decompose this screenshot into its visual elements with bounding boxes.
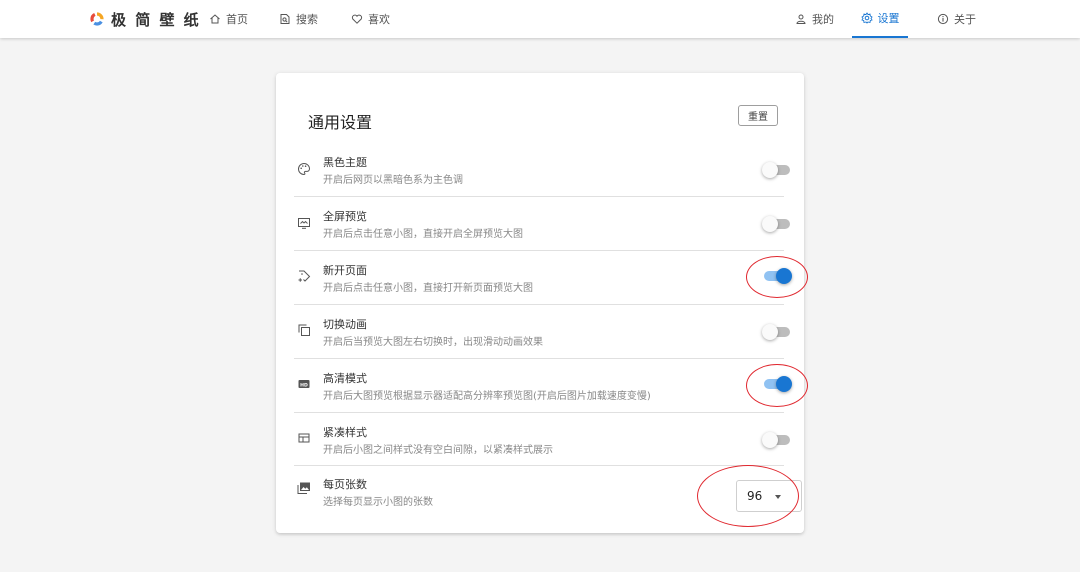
setting-row-hd-mode: HD 高清模式 开启后大图预览根据显示器适配高分辨率预览图(开启后图片加载速度变…: [294, 370, 792, 423]
setting-title: 高清模式: [323, 372, 367, 385]
fullscreen-preview-toggle[interactable]: [762, 214, 792, 234]
dark-theme-toggle[interactable]: [762, 160, 792, 180]
switch-animation-toggle[interactable]: [762, 322, 792, 342]
hd-icon: HD: [298, 380, 310, 388]
settings-card: 通用设置 重置 黑色主题 开启后网页以黑暗色系为主色调 全屏预览 开启后点击任意…: [276, 73, 804, 533]
setting-description: 开启后小图之间样式没有空白间隙，以紧凑样式展示: [323, 445, 553, 456]
brand-name: 极 简 壁 纸: [111, 10, 201, 29]
nav-about-label: 关于: [954, 13, 976, 26]
heart-icon: [351, 14, 363, 24]
highlight-circle: [746, 256, 808, 298]
settings-title: 通用设置: [308, 113, 373, 132]
setting-description: 开启后网页以黑暗色系为主色调: [323, 175, 463, 186]
nav-settings[interactable]: 设置: [852, 0, 908, 38]
image-icon: [297, 482, 310, 494]
setting-description: 开启后点击任意小图，直接打开新页面预览大图: [323, 283, 533, 294]
divider: [294, 412, 784, 413]
toggle-knob: [762, 216, 778, 232]
setting-row-new-tab: 新开页面 开启后点击任意小图，直接打开新页面预览大图: [294, 262, 792, 315]
divider: [294, 196, 784, 197]
setting-row-fullscreen-preview: 全屏预览 开启后点击任意小图，直接开启全屏预览大图: [294, 208, 790, 261]
divider: [294, 465, 784, 466]
user-icon: [796, 14, 806, 24]
nav-settings-label: 设置: [877, 12, 900, 25]
setting-description: 开启后大图预览根据显示器适配高分辨率预览图(开启后图片加载速度变慢): [323, 391, 651, 402]
nav-home[interactable]: 首页: [209, 0, 248, 38]
nav-mine[interactable]: 我的: [795, 0, 834, 38]
setting-row-dark-theme: 黑色主题 开启后网页以黑暗色系为主色调: [294, 154, 790, 207]
toggle-knob: [762, 432, 778, 448]
nav-like[interactable]: 喜欢: [351, 0, 390, 38]
setting-description: 选择每页显示小图的张数: [323, 497, 433, 508]
fullscreen-preview-icon: [298, 218, 310, 229]
top-navbar: 极 简 壁 纸 首页 搜索 喜欢 我的 设置 关于: [0, 0, 1080, 38]
setting-title: 紧凑样式: [323, 426, 367, 439]
brand[interactable]: 极 简 壁 纸: [90, 9, 201, 29]
info-icon: [937, 13, 949, 25]
nav-mine-label: 我的: [812, 13, 834, 26]
setting-title: 黑色主题: [323, 156, 367, 169]
setting-description: 开启后当预览大图左右切换时，出现滑动动画效果: [323, 337, 543, 348]
reset-button[interactable]: 重置: [738, 105, 778, 126]
toggle-knob: [762, 324, 778, 340]
toggle-knob: [762, 162, 778, 178]
nav-search-label: 搜索: [296, 13, 318, 26]
gear-icon: [860, 12, 873, 24]
copy-icon: [298, 324, 310, 336]
nav-like-label: 喜欢: [368, 13, 390, 26]
highlight-circle: [746, 364, 808, 407]
logo-icon: [90, 12, 104, 26]
nav-search[interactable]: 搜索: [279, 0, 318, 38]
highlight-circle: [697, 465, 799, 527]
nav-home-label: 首页: [226, 13, 248, 26]
search-icon: [280, 14, 290, 24]
setting-title: 新开页面: [323, 264, 367, 277]
divider: [294, 358, 784, 359]
setting-title: 每页张数: [323, 478, 367, 491]
new-tab-icon: [298, 270, 311, 282]
divider: [294, 250, 784, 251]
setting-row-switch-animation: 切换动画 开启后当预览大图左右切换时，出现滑动动画效果: [294, 316, 790, 369]
compact-style-toggle[interactable]: [762, 430, 792, 450]
setting-row-compact-style: 紧凑样式 开启后小图之间样式没有空白间隙，以紧凑样式展示: [294, 424, 790, 477]
layout-icon: [298, 433, 310, 443]
svg-text:HD: HD: [300, 382, 308, 388]
palette-icon: [298, 162, 311, 176]
nav-about[interactable]: 关于: [937, 0, 976, 38]
setting-description: 开启后点击任意小图，直接开启全屏预览大图: [323, 229, 523, 240]
setting-title: 全屏预览: [323, 210, 367, 223]
setting-title: 切换动画: [323, 318, 367, 331]
home-icon: [210, 14, 220, 24]
divider: [294, 304, 784, 305]
